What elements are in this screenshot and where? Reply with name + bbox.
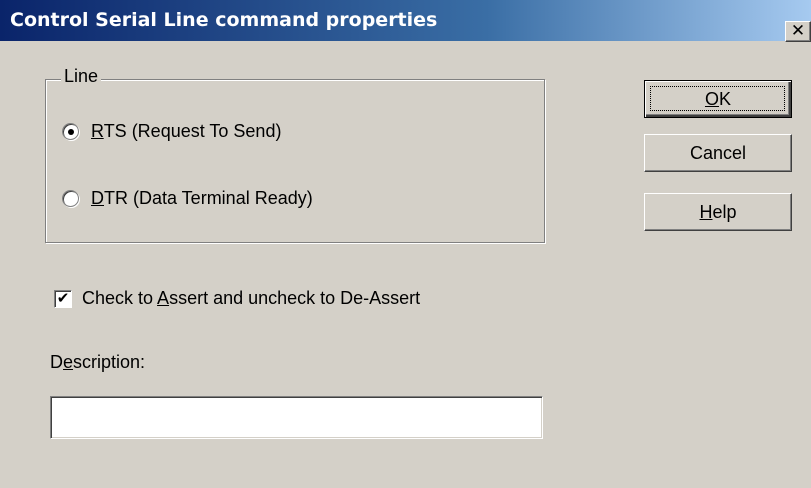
line-groupbox xyxy=(45,79,545,243)
close-icon: ✕ xyxy=(790,21,806,41)
radio-dtr-label: DTR (Data Terminal Ready) xyxy=(91,188,313,208)
focus-rect xyxy=(650,86,785,111)
close-button[interactable]: ✕ xyxy=(785,21,811,42)
radio-dtr-indicator[interactable] xyxy=(62,190,79,207)
checkmark-icon: ✔ xyxy=(56,289,70,307)
line-group-label: Line xyxy=(61,66,102,87)
assert-checkbox[interactable]: ✔ xyxy=(54,289,72,308)
help-button[interactable]: Help xyxy=(644,193,792,231)
help-button-label: Help xyxy=(699,201,737,222)
assert-checkbox-row[interactable]: ✔ Check to Assert and uncheck to De-Asse… xyxy=(54,288,420,309)
window-title: Control Serial Line command properties xyxy=(10,9,438,31)
cancel-button-label: Cancel xyxy=(689,142,747,163)
description-field[interactable] xyxy=(50,396,543,439)
title-bar[interactable]: Control Serial Line command properties xyxy=(0,0,811,42)
radio-dtr[interactable]: DTR (Data Terminal Ready) xyxy=(62,188,313,209)
assert-checkbox-label: Check to Assert and uncheck to De-Assert xyxy=(82,288,421,308)
radio-selected-dot xyxy=(67,128,74,135)
radio-rts[interactable]: RTS (Request To Send) xyxy=(62,121,281,142)
ok-button[interactable]: OK xyxy=(644,80,792,118)
radio-rts-label: RTS (Request To Send) xyxy=(91,121,282,141)
cancel-button[interactable]: Cancel xyxy=(644,134,792,172)
radio-rts-indicator[interactable] xyxy=(62,123,79,140)
description-label: Description: xyxy=(50,352,146,372)
